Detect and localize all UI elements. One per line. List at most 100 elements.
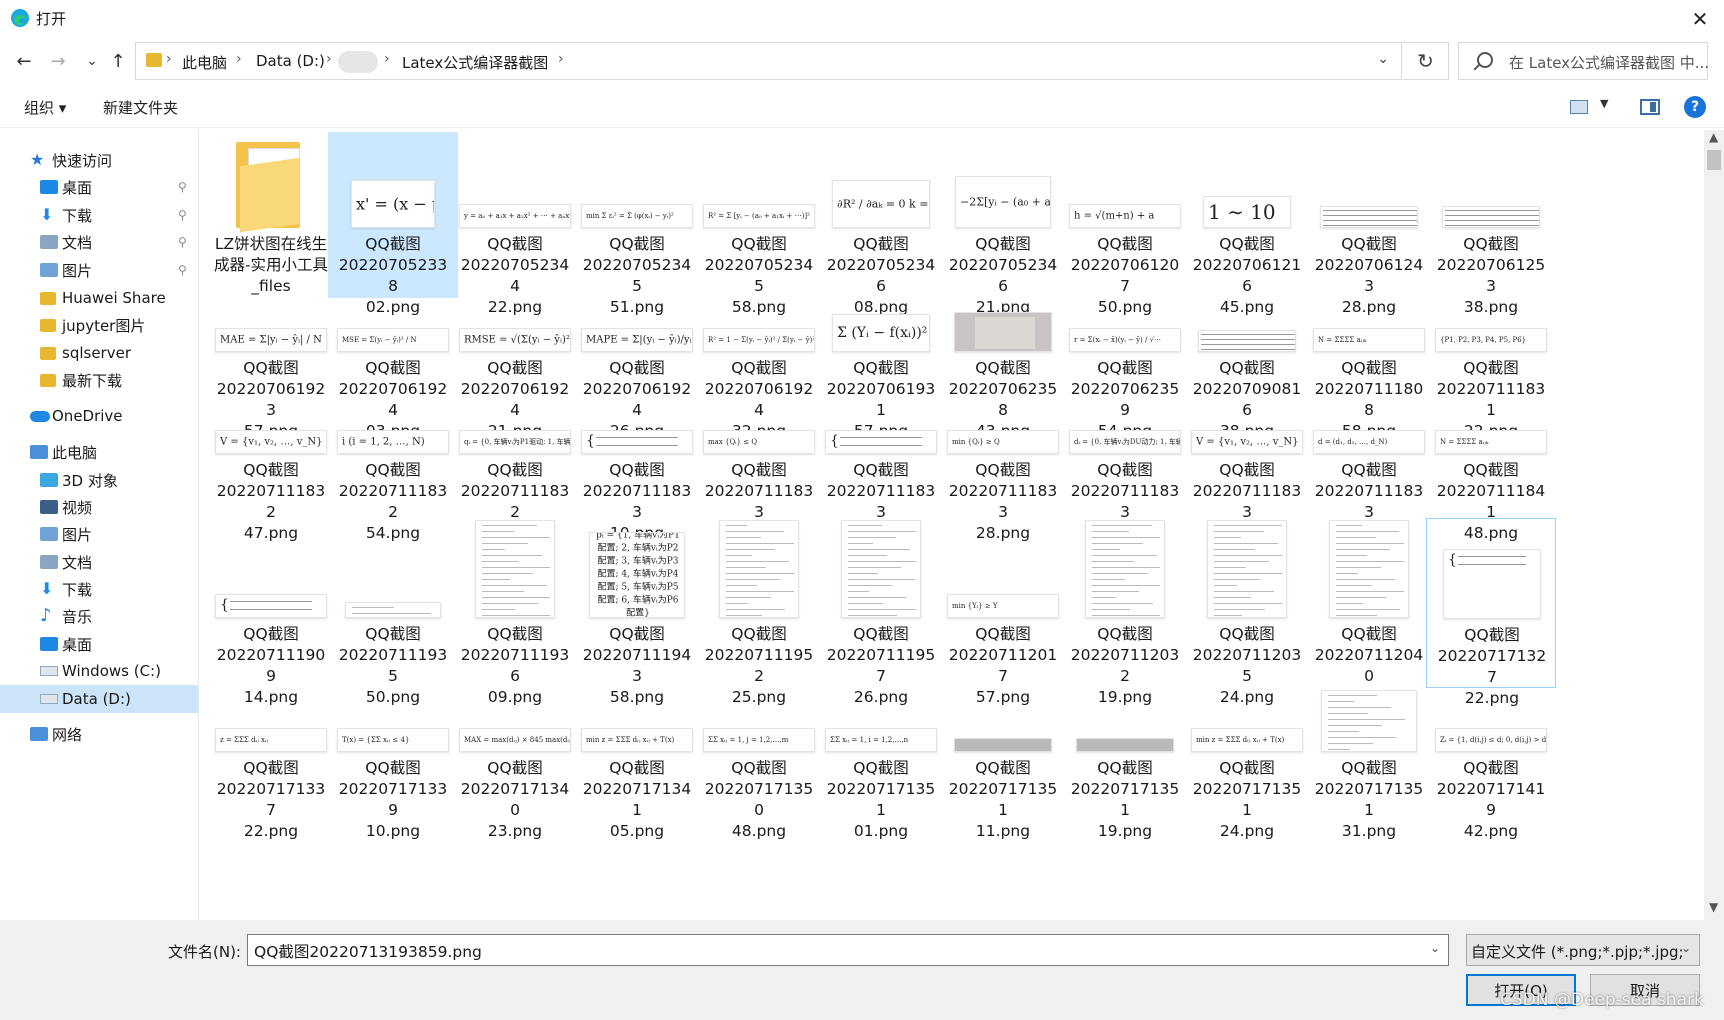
help-icon[interactable]: ?	[1684, 96, 1706, 118]
file-item[interactable]: MSE = Σ(yᵢ − ŷᵢ)² / NQQ截图20220706192403.…	[328, 310, 458, 440]
sidebar-item[interactable]: 3D 对象	[0, 466, 198, 494]
file-item[interactable]: V = {v₁, v₂, …, v_N}QQ截图20220711183349.p…	[1182, 428, 1312, 542]
file-item[interactable]: QQ截图 202207112032 19.png	[1060, 518, 1190, 706]
refresh-button[interactable]: ↻	[1403, 42, 1449, 80]
file-item[interactable]: QQ截图 202207111936 09.png	[450, 518, 580, 706]
forward-button[interactable]: →	[44, 46, 72, 76]
file-item[interactable]: Σ (Yᵢ − f(xᵢ))²QQ截图20220706193157.png	[816, 310, 946, 440]
folder-item[interactable]: LZ饼状图在线生成器-实用小工具_files	[206, 132, 336, 298]
file-item[interactable]: QQ截图 202207061243 28.png	[1304, 132, 1434, 316]
vertical-scrollbar[interactable]: ▲ ▼	[1704, 130, 1724, 920]
sidebar-item[interactable]: 图片 ⚲	[0, 256, 198, 284]
file-item[interactable]: QQ截图 202207111957 26.png	[816, 518, 946, 706]
file-item[interactable]: QQ截图 202207171351 19.png	[1060, 690, 1190, 840]
file-item[interactable]: QQ截图 202207112035 24.png	[1182, 518, 1312, 706]
file-item[interactable]: {QQ截图20220711183322.png	[816, 428, 946, 542]
file-item[interactable]: min {Yᵢ} ≥ Y QQ截图 202207112017 57.png	[938, 518, 1068, 706]
sidebar-item[interactable]: Huawei Share	[0, 284, 198, 312]
sidebar-item[interactable]: Windows (C:)	[0, 657, 198, 685]
sidebar-item[interactable]: sqlserver	[0, 339, 198, 367]
file-item[interactable]: QQ截图20220706235843.png	[938, 310, 1068, 440]
recent-locations-button[interactable]: ⌄	[78, 46, 106, 76]
search-box[interactable]: 在 Latex公式编译器截图 中...	[1458, 42, 1709, 80]
file-item[interactable]: −2Σ[yᵢ − (a₀ + a₁xᵢ + ⋯)] = 0 QQ截图 2022070…	[938, 132, 1068, 316]
new-folder-button[interactable]: 新建文件夹	[103, 97, 178, 118]
file-item[interactable]: min z = ΣΣΣ dᵢⱼ xᵢⱼ + T(x) QQ截图 2022071713…	[572, 690, 702, 840]
up-button[interactable]: ↑	[104, 46, 132, 76]
pane-divider[interactable]	[198, 130, 199, 920]
sidebar-item[interactable]: 桌面	[0, 630, 198, 658]
file-item[interactable]: ∂R² / ∂aₖ = 0 k = 0,1,⋯,n QQ截图 20220705234…	[816, 132, 946, 316]
file-item[interactable]: MAX = max(dᵢⱼ) × 845 max(dᵢⱼ) QQ截图 2022071…	[450, 690, 580, 840]
sidebar-item[interactable]: 最新下载	[0, 366, 198, 394]
chevron-down-icon[interactable]: ⌄	[1377, 51, 1389, 67]
file-item[interactable]: min z = ΣΣΣ dᵢⱼ xᵢⱼ + T(x) QQ截图 2022071713…	[1182, 690, 1312, 840]
sidebar-item[interactable]: 文档	[0, 548, 198, 576]
file-item[interactable]: T(x) = {ΣΣ xᵢⱼ ≤ 4} QQ截图 202207171339 10.pn…	[328, 690, 458, 840]
filename-input[interactable]: QQ截图20220713193859.png ⌄	[247, 934, 1449, 966]
file-item[interactable]: dᵢ = {0, 车辆vᵢ为DU动力; 1, 车辆vᵢ为2D动力} QQ截图 202…	[1060, 428, 1190, 542]
file-item[interactable]: min {Qᵢ} ≥ Q QQ截图 202207111833 28.png	[938, 428, 1068, 542]
scrollbar-thumb[interactable]	[1707, 150, 1721, 170]
sidebar-item[interactable]: ★ 快速访问	[0, 146, 198, 174]
file-item[interactable]: QQ截图 202207061253 38.png	[1426, 132, 1556, 316]
file-item[interactable]: MAE = Σ|yᵢ − ŷᵢ| / NQQ截图20220706192357.p…	[206, 310, 336, 440]
file-item[interactable]: RMSE = √(Σ(yᵢ − ŷᵢ)² / N) QQ截图 20220706192…	[450, 310, 580, 440]
breadcrumb-this-pc[interactable]: 此电脑	[182, 52, 227, 73]
preview-pane-icon[interactable]	[1640, 99, 1660, 115]
file-item[interactable]: pᵢ = {1, 车辆vᵢ为P1配置; 2, 车辆vᵢ为P2配置; 3, 车辆v…	[572, 518, 702, 706]
close-button[interactable]: ✕	[1676, 0, 1724, 38]
chevron-down-icon[interactable]: ▼	[1600, 97, 1608, 110]
file-item[interactable]: QQ截图	[206, 822, 336, 842]
file-item[interactable]: r = Σ(xᵢ − x̄)(yᵢ − ȳ) / √⋯ QQ截图 202207062…	[1060, 310, 1190, 440]
file-item[interactable]: QQ截图 202207111952 25.png	[694, 518, 824, 706]
sidebar-item[interactable]: OneDrive	[0, 402, 198, 430]
file-item[interactable]: Zᵢ = {1, d(i,j) ≤ d; 0, d(i,j) > d} QQ截图 2…	[1426, 690, 1556, 840]
file-item[interactable]: z = ΣΣΣ dᵢⱼ xᵢⱼ QQ截图 202207171337 22.png	[206, 690, 336, 840]
file-item[interactable]: {QQ截图 202207111909 14.png	[206, 518, 336, 706]
file-item[interactable]: V = {v₁, v₂, …, v_N} QQ截图 202207111832 47.p…	[206, 428, 336, 542]
sidebar-item[interactable]: 此电脑	[0, 438, 198, 466]
filename-value[interactable]: QQ截图20220713193859.png	[254, 940, 482, 962]
file-item[interactable]: QQ截图 202207171351 31.png	[1304, 690, 1434, 840]
file-item[interactable]: d = (d₁, d₂, …, d_N)QQ截图20220711183356.p…	[1304, 428, 1434, 542]
file-item[interactable]: qᵢ = {0, 车辆vᵢ为P1驱动; 1, 车辆vᵢ为P2驱动} QQ截图 202…	[450, 428, 580, 542]
view-options-icon[interactable]	[1570, 100, 1588, 114]
sidebar-item[interactable]: 网络	[0, 720, 198, 748]
scroll-up-icon[interactable]: ▲	[1709, 130, 1718, 144]
file-item[interactable]: i (i = 1, 2, …, N) QQ截图 202207111832 54.png	[328, 428, 458, 542]
file-item[interactable]: R² = 1 − Σ(yᵢ − ŷᵢ)² / Σ(yᵢ − ȳ)² QQ截图 202…	[694, 310, 824, 440]
file-item[interactable]: 1 ∼ 10 QQ截图 202207061216 45.png	[1182, 132, 1312, 316]
file-item[interactable]: {QQ截图 202207171327 22.png	[1426, 518, 1556, 707]
back-button[interactable]: ←	[10, 46, 38, 76]
file-item[interactable]: y = a₀ + a₁x + a₂x² + ⋯ + aₙxⁿ QQ截图 202207…	[450, 132, 580, 316]
file-item[interactable]: R² = Σ [yᵢ − (a₀ + a₁xᵢ + ⋯)]² QQ截图 202207…	[694, 132, 824, 316]
breadcrumb-data-drive[interactable]: Data (D:)	[256, 52, 325, 70]
sidebar-item[interactable]: Data (D:)	[0, 685, 198, 713]
file-item[interactable]: QQ截图 202207111935 50.png	[328, 518, 458, 706]
file-item[interactable]: h = √(m+n) + a QQ截图 202207061207 50.png	[1060, 132, 1190, 316]
file-type-filter[interactable]: 自定义文件 (*.png;*.pjp;*.jpg; ⌄	[1466, 934, 1700, 966]
file-type-value[interactable]: 自定义文件 (*.png;*.pjp;*.jpg;	[1471, 941, 1684, 962]
file-item[interactable]: MAPE = Σ|(yᵢ − ŷᵢ)/yᵢ| / N QQ截图 2022070619…	[572, 310, 702, 440]
sidebar-item[interactable]: 桌面 ⚲	[0, 173, 198, 201]
file-item[interactable]: QQ截图 202207171351 11.png	[938, 690, 1068, 840]
file-item[interactable]: QQ截图20220711204054.png	[1304, 518, 1434, 706]
file-item[interactable]: N = ΣΣΣΣ aᵢⱼₖQQ截图20220711180858.png	[1304, 310, 1434, 440]
sidebar-item[interactable]: ⬇ 下载	[0, 575, 198, 603]
file-item[interactable]: {QQ截图20220711183310.png	[572, 428, 702, 542]
chevron-down-icon[interactable]: ⌄	[1681, 941, 1691, 955]
address-bar[interactable]: › 此电脑 › Data (D:) › › Latex公式编译器截图 › ⌄	[135, 42, 1402, 80]
file-item[interactable]: min Σ εᵢ² = Σ (φ(xᵢ) − yᵢ)² QQ截图 202207052…	[572, 132, 702, 316]
scroll-down-icon[interactable]: ▼	[1709, 900, 1718, 914]
organize-menu[interactable]: 组织 ▾	[24, 97, 66, 118]
sidebar-item[interactable]: 视频	[0, 493, 198, 521]
file-item[interactable]: {P1, P2, P3, P4, P5, P6} QQ截图 202207111831…	[1426, 310, 1556, 440]
file-item[interactable]: QQ截图20220709081638.png	[1182, 310, 1312, 440]
sidebar-item[interactable]: 文档 ⚲	[0, 228, 198, 256]
breadcrumb-current-folder[interactable]: Latex公式编译器截图	[402, 52, 548, 73]
file-item[interactable]: ΣΣ xᵢⱼ = 1, i = 1,2,…,n QQ截图 202207171351 0…	[816, 690, 946, 840]
file-item[interactable]: max {Qᵢ} ≤ QQQ截图20220711183315.png	[694, 428, 824, 542]
sidebar-item[interactable]: ⬇ 下载 ⚲	[0, 201, 198, 229]
search-input[interactable]: 在 Latex公式编译器截图 中...	[1509, 52, 1709, 73]
